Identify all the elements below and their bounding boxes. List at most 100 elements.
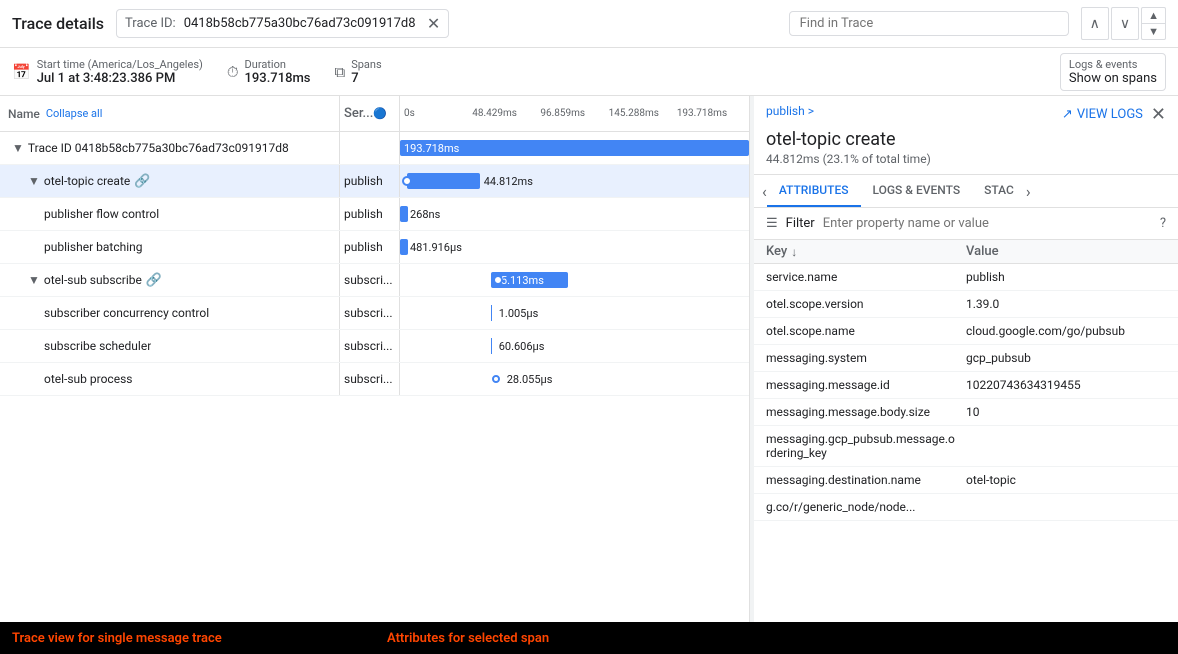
breadcrumb[interactable]: publish >	[766, 104, 814, 118]
trace-row[interactable]: subscriber concurrency control subscri..…	[0, 297, 749, 330]
attributes-table: Key ↓ Value service.name publish otel.sc…	[754, 240, 1178, 622]
row-name-sub-concurrency: subscriber concurrency control	[0, 297, 340, 329]
span-bar-otel-topic	[407, 173, 480, 189]
spans-label: Spans	[351, 58, 381, 71]
trace-row[interactable]: otel-sub process subscri... 28.055μs	[0, 363, 749, 396]
timeline-labels: 0s 48.429ms 96.859ms 145.288ms 193.718ms	[400, 96, 749, 131]
view-logs-label: VIEW LOGS	[1077, 107, 1143, 122]
row-name-sub-scheduler: subscribe scheduler	[0, 330, 340, 362]
attr-val-generic-node	[966, 500, 1166, 514]
attr-row: g.co/r/generic_node/node...	[754, 494, 1178, 521]
sort-icon[interactable]: ↓	[791, 245, 797, 259]
row-service-pub-batch: publish	[340, 231, 400, 263]
detail-header: publish > ↗ VIEW LOGS ✕ otel-topic creat…	[754, 96, 1178, 175]
timeline-mark-1: 48.429ms	[472, 108, 540, 119]
span-bar-label-sub-concurrency: 1.005μs	[499, 307, 539, 320]
logs-events-value: Show on spans	[1069, 71, 1157, 86]
duration-value: 193.718ms	[245, 71, 311, 86]
span-bar-label-sub-scheduler: 60.606μs	[499, 340, 545, 353]
timeline-mark-2: 96.859ms	[540, 108, 608, 119]
attr-key-scope-version: otel.scope.version	[766, 297, 966, 311]
row-name-pub-batch: publisher batching	[0, 231, 340, 263]
trace-row[interactable]: ▼ Trace ID 0418b58cb775a30bc76ad73c09191…	[0, 132, 749, 165]
attr-key-msg-body-size: messaging.message.body.size	[766, 405, 966, 419]
caption-right: Attributes for selected span	[375, 631, 1178, 646]
span-name-sub-concurrency: subscriber concurrency control	[44, 306, 209, 320]
attributes-header: Key ↓ Value	[754, 240, 1178, 264]
attr-row: messaging.destination.name otel-topic	[754, 467, 1178, 494]
row-service-root	[340, 132, 400, 164]
row-timeline-otel-topic: 44.812ms	[400, 165, 749, 197]
next-result-button[interactable]: ∨	[1111, 7, 1139, 40]
attr-val-scope-name: cloud.google.com/go/pubsub	[966, 324, 1166, 338]
link-icon-otel-sub: 🔗	[146, 273, 162, 288]
view-logs-button[interactable]: ↗ VIEW LOGS	[1062, 107, 1143, 122]
trace-row[interactable]: publisher flow control publish 268ns	[0, 198, 749, 231]
row-timeline-sub-process: 28.055μs	[400, 363, 749, 395]
attr-key-msg-id: messaging.message.id	[766, 378, 966, 392]
row-timeline-pub-batch: 481.916μs	[400, 231, 749, 263]
duration-item: ⏱ Duration 193.718ms	[227, 58, 311, 86]
spans-item: ⧉ Spans 7	[335, 58, 382, 86]
clock-icon: ⏱	[227, 63, 239, 81]
spans-icon: ⧉	[335, 63, 346, 81]
row-name-root: ▼ Trace ID 0418b58cb775a30bc76ad73c09191…	[0, 132, 340, 164]
row-service-otel-sub: subscri...	[340, 264, 400, 296]
tab-attributes[interactable]: ATTRIBUTES	[767, 175, 861, 207]
trace-row[interactable]: ▼ otel-sub subscribe 🔗 subscri... 45.113…	[0, 264, 749, 297]
collapse-all-button[interactable]: Collapse all	[46, 107, 103, 120]
trace-row[interactable]: ▼ otel-topic create 🔗 publish 44.812ms	[0, 165, 749, 198]
row-service-otel-topic: publish	[340, 165, 400, 197]
col-name-label: Name	[8, 107, 40, 121]
span-name-otel-sub: otel-sub subscribe	[44, 273, 142, 287]
attr-key-header: Key ↓	[766, 244, 966, 259]
attr-key-label: Key	[766, 244, 787, 259]
header: Trace details Trace ID: 0418b58cb775a30b…	[0, 0, 1178, 48]
clear-trace-button[interactable]: ✕	[427, 14, 440, 33]
row-service-pub-flow: publish	[340, 198, 400, 230]
find-trace-input[interactable]	[800, 16, 1058, 31]
tab-logs-events[interactable]: LOGS & EVENTS	[861, 175, 973, 207]
attr-key-generic-node: g.co/r/generic_node/node...	[766, 500, 966, 514]
spans-value: 7	[351, 71, 381, 86]
nav-arrows: ∧ ∨ ▲ ▼	[1081, 7, 1166, 40]
tab-stack[interactable]: STAC	[972, 175, 1026, 207]
row-name-pub-flow: publisher flow control	[0, 198, 340, 230]
attr-row: otel.scope.version 1.39.0	[754, 291, 1178, 318]
detail-title: otel-topic create	[766, 129, 1166, 150]
caption-bar: Trace view for single message trace Attr…	[0, 622, 1178, 654]
attr-val-dest-name: otel-topic	[966, 473, 1166, 487]
row-service-sub-concurrency: subscri...	[340, 297, 400, 329]
find-trace-box	[789, 11, 1069, 36]
external-link-icon: ↗	[1062, 107, 1073, 122]
attr-key-msg-system: messaging.system	[766, 351, 966, 365]
attr-val-msg-body-size: 10	[966, 405, 1166, 419]
detail-tabs: ‹ ATTRIBUTES LOGS & EVENTS STAC ›	[754, 175, 1178, 208]
prev-result-button[interactable]: ∧	[1081, 7, 1109, 40]
attr-row: messaging.message.body.size 10	[754, 399, 1178, 426]
detail-actions: ↗ VIEW LOGS ✕	[1062, 104, 1166, 125]
span-bar-label-root: 193.718ms	[404, 142, 459, 155]
expand-icon-otel-topic[interactable]: ▼	[28, 174, 40, 188]
trace-row[interactable]: publisher batching publish 481.916μs	[0, 231, 749, 264]
detail-subtitle: 44.812ms (23.1% of total time)	[766, 152, 1166, 166]
logs-events-label: Logs & events	[1069, 58, 1157, 71]
span-bar-label-otel-topic: 44.812ms	[484, 175, 533, 188]
row-service-sub-process: subscri...	[340, 363, 400, 395]
scroll-up-button[interactable]: ▲	[1142, 8, 1165, 24]
filter-input[interactable]	[823, 216, 1152, 231]
expand-icon-otel-sub[interactable]: ▼	[28, 273, 40, 287]
timeline-mark-4: 193.718ms	[677, 108, 745, 119]
close-detail-button[interactable]: ✕	[1151, 104, 1166, 125]
attr-row: messaging.gcp_pubsub.message.ordering_ke…	[754, 426, 1178, 467]
attr-row: messaging.system gcp_pubsub	[754, 345, 1178, 372]
col-name-header: Name Collapse all	[0, 96, 340, 131]
expand-icon-root[interactable]: ▼	[12, 141, 24, 155]
scroll-down-button[interactable]: ▼	[1142, 24, 1165, 39]
row-timeline-sub-concurrency: 1.005μs	[400, 297, 749, 329]
trace-row[interactable]: subscribe scheduler subscri... 60.606μs	[0, 330, 749, 363]
attr-key-dest-name: messaging.destination.name	[766, 473, 966, 487]
help-icon[interactable]: ?	[1160, 216, 1166, 231]
tab-nav-right-button[interactable]: ›	[1026, 182, 1031, 201]
row-timeline-sub-scheduler: 60.606μs	[400, 330, 749, 362]
